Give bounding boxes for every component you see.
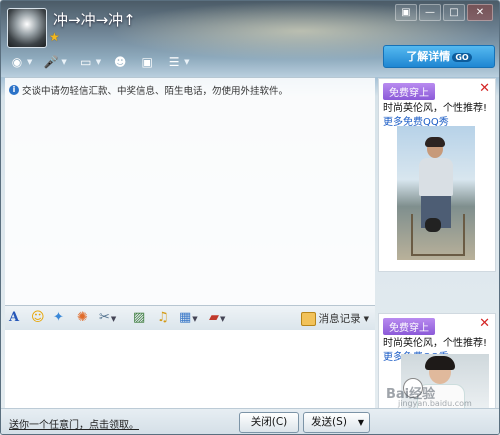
video-call-button[interactable]: ◉ ▼: [7, 53, 34, 71]
learn-more-label: 了解详情: [406, 50, 451, 63]
input-toolbar: A ☺ ✦ ✺ ✂▼ ▨ ♫ ▦▼ ▰▼ 消息记录 ▼: [5, 305, 375, 331]
image-icon[interactable]: ▨: [133, 310, 145, 326]
chevron-down-icon[interactable]: ▼: [184, 58, 189, 66]
star-icon: ★: [49, 30, 60, 44]
history-icon: [300, 311, 316, 326]
learn-more-button[interactable]: 了解详情 GO: [383, 45, 495, 68]
chat-window: 冲→冲→冲↑ ★ ▣ — □ ✕ ◉ ▼ 🎤 ▼ ▭ ▼ ☻ ▣ ☰ ▼ 了解详…: [0, 0, 500, 435]
voice-call-button[interactable]: 🎤 ▼: [41, 53, 68, 71]
history-label: 消息记录: [318, 313, 361, 325]
chevron-down-icon[interactable]: ▼: [192, 315, 197, 323]
go-badge: GO: [452, 53, 472, 62]
close-icon[interactable]: ✕: [479, 316, 490, 331]
send-options-button[interactable]: ▼: [353, 412, 370, 433]
remote-desktop-button[interactable]: ▣: [137, 53, 157, 71]
figure-hair: [425, 137, 445, 147]
magic-emoji-icon[interactable]: ✦: [53, 310, 64, 326]
file-transfer-icon: ▭: [80, 55, 92, 69]
promo-link[interactable]: 送你一个任意门，点击领取。: [9, 416, 139, 431]
top-toolbar: ◉ ▼ 🎤 ▼ ▭ ▼ ☻ ▣ ☰ ▼: [7, 53, 192, 71]
send-button[interactable]: 发送(S): [303, 412, 355, 433]
close-icon[interactable]: ✕: [479, 81, 490, 96]
chevron-down-icon[interactable]: ▼: [111, 315, 116, 323]
security-notice-text: 交谈中请勿轻信汇款、中奖信息、陌生电话，勿使用外挂软件。: [22, 86, 289, 97]
ad-headline: 时尚英伦风，个性推荐!: [383, 338, 488, 349]
figure-body: [419, 158, 453, 196]
voice-call-icon: 🎤: [43, 55, 59, 69]
minimize-button[interactable]: —: [419, 4, 441, 21]
ad-image[interactable]: [397, 126, 475, 260]
music-icon[interactable]: ♫: [157, 310, 169, 326]
chevron-down-icon[interactable]: ▼: [27, 58, 32, 66]
message-history-button[interactable]: 消息记录 ▼: [300, 311, 369, 326]
contact-card-button[interactable]: ☻: [110, 53, 130, 71]
file-transfer-button[interactable]: ▭ ▼: [76, 53, 103, 71]
message-input[interactable]: [5, 330, 375, 408]
contact-name: 冲→冲→冲↑: [53, 11, 136, 29]
chevron-down-icon[interactable]: ▼: [220, 315, 225, 323]
close-window-button[interactable]: ✕: [467, 4, 493, 21]
video-call-icon: ◉: [11, 55, 23, 69]
chevron-down-icon[interactable]: ▼: [61, 58, 66, 66]
qq-show-ad-top[interactable]: 免费穿上 ✕ 时尚英伦风，个性推荐! 更多免费QQ秀: [378, 78, 496, 272]
bottom-bar: 送你一个任意门，点击领取。 关闭(C) 发送(S) ▼: [1, 408, 499, 434]
contact-card-icon: ☻: [113, 55, 127, 69]
figure-hair: [425, 356, 455, 370]
app-menu-icon: ☰: [168, 55, 180, 69]
app-menu-button[interactable]: ☰ ▼: [164, 53, 191, 71]
watermark-url: jingyan.baidu.com: [398, 399, 472, 408]
security-notice: i 交谈中请勿轻信汇款、中奖信息、陌生电话，勿使用外挂软件。: [9, 83, 288, 97]
ad-headline: 时尚英伦风，个性推荐!: [383, 103, 488, 114]
avatar[interactable]: [7, 8, 47, 48]
screenshot-icon[interactable]: ✂▼: [99, 310, 116, 327]
toolbox-icon[interactable]: ▰▼: [209, 310, 225, 327]
skin-button[interactable]: ▣: [395, 4, 417, 21]
gallery-icon[interactable]: ▦▼: [179, 310, 198, 327]
cat-shape: [425, 218, 441, 232]
emoji-icon[interactable]: ☺: [31, 310, 45, 326]
info-icon: i: [9, 85, 19, 95]
shake-window-icon[interactable]: ✺: [77, 310, 88, 326]
chevron-down-icon[interactable]: ▼: [96, 58, 101, 66]
close-button[interactable]: 关闭(C): [239, 412, 299, 433]
message-display[interactable]: i 交谈中请勿轻信汇款、中奖信息、陌生电话，勿使用外挂软件。: [5, 77, 375, 306]
font-icon[interactable]: A: [9, 310, 19, 326]
chevron-down-icon[interactable]: ▼: [364, 315, 369, 323]
window-controls: ▣ — □ ✕: [395, 4, 493, 21]
title-bar: 冲→冲→冲↑ ★ ▣ — □ ✕ ◉ ▼ 🎤 ▼ ▭ ▼ ☻ ▣ ☰ ▼ 了解详…: [1, 1, 499, 77]
remote-desktop-icon: ▣: [141, 55, 153, 69]
ad-badge: 免费穿上: [383, 83, 435, 100]
maximize-button[interactable]: □: [443, 4, 465, 21]
ad-badge: 免费穿上: [383, 318, 435, 335]
